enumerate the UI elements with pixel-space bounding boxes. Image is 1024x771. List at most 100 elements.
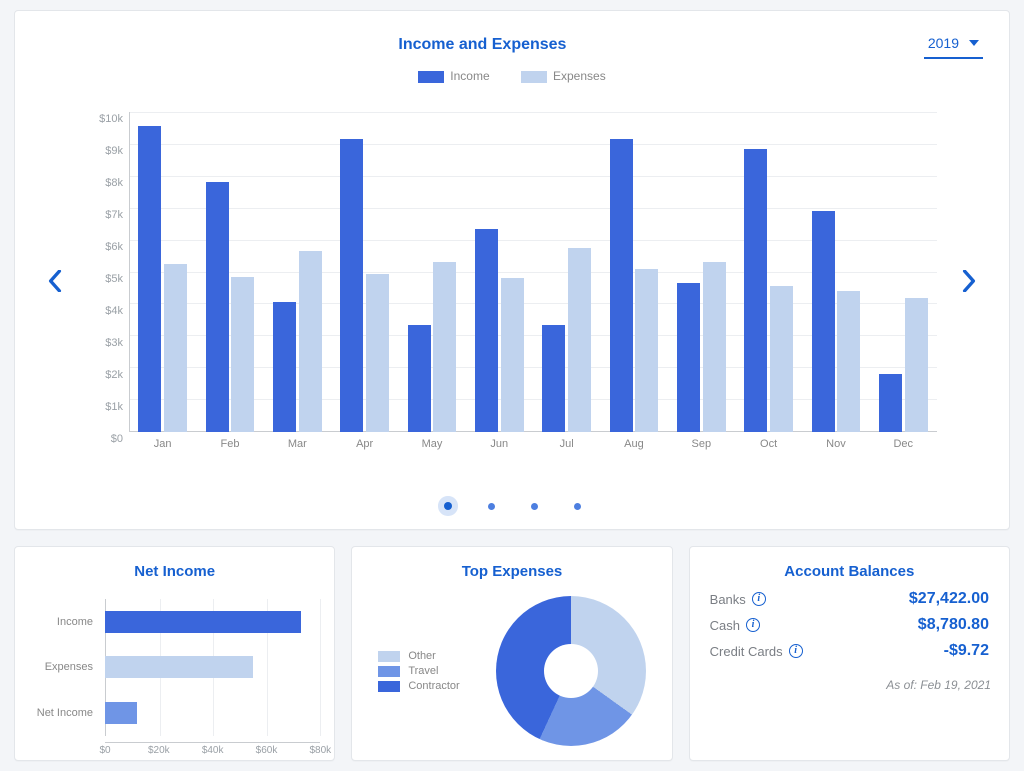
month-column: Nov xyxy=(802,112,869,432)
month-column: Jul xyxy=(533,112,600,432)
year-value: 2019 xyxy=(928,35,959,51)
y-tick-label: $0 xyxy=(77,433,123,445)
legend-swatch-income xyxy=(418,71,444,83)
month-label: Jan xyxy=(129,432,196,450)
info-icon[interactable]: i xyxy=(746,618,760,632)
month-label: Oct xyxy=(735,432,802,450)
month-column: Jun xyxy=(466,112,533,432)
balance-label: Cashi xyxy=(710,618,760,633)
bar-expenses xyxy=(905,298,928,432)
y-tick-label: $9k xyxy=(77,145,123,157)
balances-asof: As of: Feb 19, 2021 xyxy=(708,678,991,692)
month-label: Feb xyxy=(196,432,263,450)
month-label: Aug xyxy=(600,432,667,450)
bar-expenses xyxy=(837,291,860,432)
bar-expenses xyxy=(703,262,726,432)
month-column: Mar xyxy=(264,112,331,432)
carousel-dot[interactable] xyxy=(574,503,581,510)
net-row-label: Expenses xyxy=(29,661,99,673)
month-label: Apr xyxy=(331,432,398,450)
y-tick-label: $3k xyxy=(77,337,123,349)
net-income-card: Net Income Income Expenses Net Income $0 $2… xyxy=(14,546,335,761)
donut-legend-row: Travel xyxy=(378,665,459,677)
bar-income xyxy=(138,126,161,432)
y-tick-label: $7k xyxy=(77,209,123,221)
legend-label: Travel xyxy=(408,665,438,677)
x-tick-label: $60k xyxy=(256,745,278,756)
x-tick-label: $80k xyxy=(309,745,331,756)
bar-expenses xyxy=(433,262,456,432)
net-row: Expenses xyxy=(29,645,320,691)
net-bar xyxy=(105,702,137,724)
month-label: Jul xyxy=(533,432,600,450)
x-tick-label: $20k xyxy=(148,745,170,756)
bar-expenses xyxy=(164,264,187,432)
y-tick-label: $5k xyxy=(77,273,123,285)
legend-label-income: Income xyxy=(450,69,489,83)
month-column: Feb xyxy=(196,112,263,432)
month-column: May xyxy=(398,112,465,432)
net-row: Net Income xyxy=(29,690,320,736)
month-column: Oct xyxy=(735,112,802,432)
balance-row: Banksi $27,422.00 xyxy=(710,590,989,608)
chart-title: Income and Expenses xyxy=(41,36,924,54)
x-tick-label: $40k xyxy=(202,745,224,756)
bar-income xyxy=(542,325,565,432)
bar-expenses xyxy=(366,274,389,432)
month-label: Dec xyxy=(870,432,937,450)
carousel-dot[interactable] xyxy=(488,503,495,510)
legend-label-expenses: Expenses xyxy=(553,69,606,83)
net-row-label: Net Income xyxy=(29,707,99,719)
donut-chart xyxy=(496,596,646,746)
bar-income xyxy=(812,211,835,432)
y-tick-label: $8k xyxy=(77,177,123,189)
net-income-title: Net Income xyxy=(33,563,316,580)
month-label: Jun xyxy=(466,432,533,450)
carousel-dots xyxy=(41,497,983,515)
balances-title: Account Balances xyxy=(708,563,991,580)
year-select[interactable]: 2019 xyxy=(924,31,983,59)
bar-income xyxy=(677,283,700,432)
info-icon[interactable]: i xyxy=(752,592,766,606)
income-expenses-card: Income and Expenses 2019 Income Expenses… xyxy=(14,10,1010,530)
balance-label: Credit Cardsi xyxy=(710,644,803,659)
month-column: Dec xyxy=(870,112,937,432)
bar-expenses xyxy=(568,248,591,432)
legend-label: Contractor xyxy=(408,680,459,692)
carousel-dot[interactable] xyxy=(444,502,452,510)
bar-income xyxy=(340,139,363,432)
next-button[interactable] xyxy=(955,267,983,295)
donut-legend-row: Contractor xyxy=(378,680,459,692)
month-label: May xyxy=(398,432,465,450)
info-icon[interactable]: i xyxy=(789,644,803,658)
y-tick-label: $10k xyxy=(77,113,123,125)
balance-label: Banksi xyxy=(710,592,766,607)
bar-income xyxy=(273,302,296,432)
net-row-label: Income xyxy=(29,616,99,628)
balance-value: $8,780.80 xyxy=(918,616,989,634)
month-column: Sep xyxy=(668,112,735,432)
net-bar xyxy=(105,656,253,678)
month-label: Mar xyxy=(264,432,331,450)
bar-income xyxy=(206,182,229,432)
income-expenses-plot: $0$1k$2k$3k$4k$5k$6k$7k$8k$9k$10k JanFeb… xyxy=(77,112,947,462)
month-label: Sep xyxy=(668,432,735,450)
bar-expenses xyxy=(501,278,524,432)
carousel-dot[interactable] xyxy=(531,503,538,510)
chevron-left-icon xyxy=(48,270,62,292)
top-expenses-title: Top Expenses xyxy=(370,563,653,580)
bar-expenses xyxy=(770,286,793,432)
legend-swatch-expenses xyxy=(521,71,547,83)
balance-value: $27,422.00 xyxy=(909,590,989,608)
donut-legend-row: Other xyxy=(378,650,459,662)
net-bar xyxy=(105,611,301,633)
bar-income xyxy=(744,149,767,432)
month-label: Nov xyxy=(802,432,869,450)
x-tick-label: $0 xyxy=(99,745,110,756)
net-income-plot: IncomeExpensesNet Income $0$20k$40k$60k$… xyxy=(29,599,320,736)
legend-swatch xyxy=(378,666,400,677)
net-row: Income xyxy=(29,599,320,645)
prev-button[interactable] xyxy=(41,267,69,295)
y-tick-label: $6k xyxy=(77,241,123,253)
y-tick-label: $1k xyxy=(77,401,123,413)
